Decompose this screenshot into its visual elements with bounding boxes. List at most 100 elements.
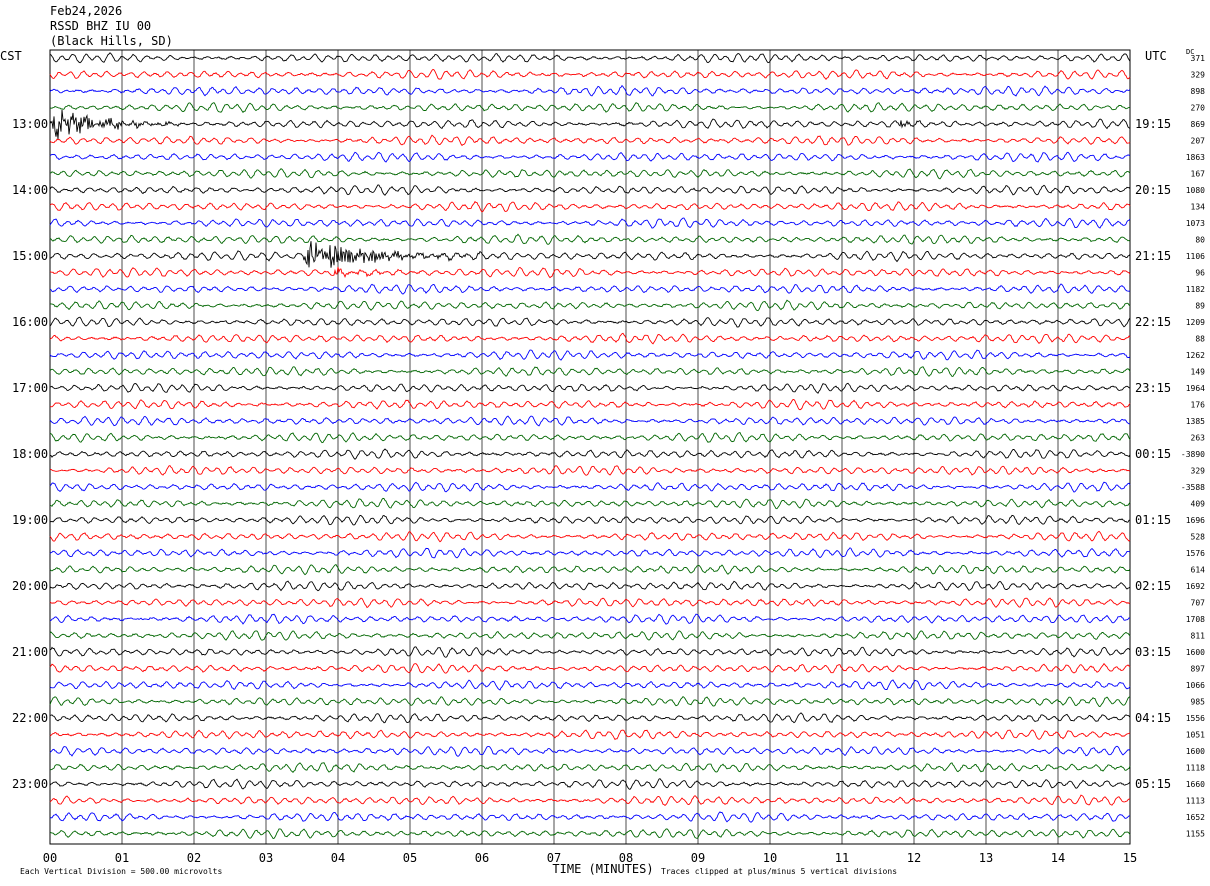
x-tick-label: 06 xyxy=(475,851,489,865)
trace-lines xyxy=(49,52,1131,839)
x-tick-label: 12 xyxy=(907,851,921,865)
dc-offset-label: 707 xyxy=(1191,599,1206,608)
x-tick-label: 01 xyxy=(115,851,129,865)
trace-line xyxy=(50,497,1131,510)
dc-offset-label: 1106 xyxy=(1186,252,1205,261)
trace-line xyxy=(49,399,1131,411)
dc-offset-labels: 3713298982708692071863167108013410738011… xyxy=(1181,54,1205,839)
trace-line xyxy=(49,241,1131,268)
trace-line xyxy=(49,217,1131,229)
date-label: Feb24,2026 xyxy=(50,4,123,18)
dc-offset-label: 1600 xyxy=(1186,648,1205,657)
dc-header-label: DC xyxy=(1186,48,1195,56)
dc-offset-label: 1652 xyxy=(1186,813,1205,822)
dc-offset-label: 1708 xyxy=(1186,615,1205,624)
trace-line xyxy=(49,84,1131,97)
dc-offset-label: 89 xyxy=(1195,302,1205,311)
trace-line xyxy=(49,613,1131,625)
dc-offset-label: 1964 xyxy=(1186,384,1205,393)
trace-line xyxy=(49,597,1131,609)
dc-offset-label: 614 xyxy=(1191,566,1206,575)
dc-offset-label: 1118 xyxy=(1186,764,1205,773)
trace-line xyxy=(49,630,1131,641)
dc-offset-label: 80 xyxy=(1195,236,1205,245)
dc-offset-label: 270 xyxy=(1191,104,1206,113)
dc-offset-label: 1051 xyxy=(1186,731,1205,740)
plot-frame xyxy=(49,49,1131,845)
trace-line xyxy=(49,514,1131,526)
trace-line xyxy=(49,283,1131,295)
left-time-label: 14:00 xyxy=(12,183,48,197)
trace-line xyxy=(49,778,1131,790)
trace-line xyxy=(49,431,1131,444)
dc-offset-label: 985 xyxy=(1191,698,1206,707)
trace-line xyxy=(49,794,1131,807)
right-time-label: 03:15 xyxy=(1135,645,1171,659)
trace-line xyxy=(49,828,1131,839)
trace-line xyxy=(49,448,1131,460)
dc-offset-label: -3588 xyxy=(1181,483,1205,492)
trace-line xyxy=(50,382,1131,394)
dc-offset-label: 263 xyxy=(1191,434,1206,443)
left-time-label: 18:00 xyxy=(12,447,48,461)
dc-offset-label: 1182 xyxy=(1186,285,1205,294)
dc-offset-label: 134 xyxy=(1191,203,1206,212)
left-time-label: 15:00 xyxy=(12,249,48,263)
trace-line xyxy=(49,712,1131,724)
dc-offset-label: 1385 xyxy=(1186,417,1205,426)
right-time-label: 21:15 xyxy=(1135,249,1171,263)
dc-offset-label: 409 xyxy=(1191,500,1206,509)
trace-line xyxy=(49,580,1131,592)
trace-line xyxy=(49,481,1131,493)
left-zone-label: CST xyxy=(0,49,22,63)
left-time-label: 13:00 xyxy=(12,117,48,131)
dc-offset-label: 898 xyxy=(1191,87,1206,96)
x-tick-label: 03 xyxy=(259,851,273,865)
right-time-label: 02:15 xyxy=(1135,579,1171,593)
trace-line xyxy=(49,762,1131,773)
dc-offset-label: 1209 xyxy=(1186,318,1205,327)
x-axis-label: TIME (MINUTES) xyxy=(552,862,653,876)
x-tick-label: 14 xyxy=(1051,851,1065,865)
x-tick-label: 11 xyxy=(835,851,849,865)
dc-offset-label: 869 xyxy=(1191,120,1206,129)
trace-line xyxy=(49,68,1131,81)
x-tick-label: 02 xyxy=(187,851,201,865)
dc-offset-label: 1600 xyxy=(1186,747,1205,756)
trace-line xyxy=(49,266,1131,279)
clip-note: Traces clipped at plus/minus 5 vertical … xyxy=(661,867,898,876)
dc-offset-label: 1262 xyxy=(1186,351,1205,360)
trace-line xyxy=(49,184,1131,196)
dc-offset-label: -3890 xyxy=(1181,450,1205,459)
trace-line xyxy=(49,102,1131,114)
dc-offset-label: 176 xyxy=(1191,401,1206,410)
dc-offset-label: 1692 xyxy=(1186,582,1205,591)
dc-offset-label: 329 xyxy=(1191,467,1206,476)
right-time-label: 19:15 xyxy=(1135,117,1171,131)
trace-line xyxy=(49,662,1131,674)
right-time-label: 05:15 xyxy=(1135,777,1171,791)
dc-offset-label: 897 xyxy=(1191,665,1206,674)
trace-line xyxy=(49,547,1131,559)
dc-offset-label: 167 xyxy=(1191,170,1206,179)
x-tick-label: 15 xyxy=(1123,851,1137,865)
trace-line xyxy=(49,52,1131,64)
trace-line xyxy=(49,811,1131,823)
dc-offset-label: 1696 xyxy=(1186,516,1205,525)
trace-line xyxy=(49,332,1131,345)
minute-grid xyxy=(121,50,1059,844)
trace-line xyxy=(49,233,1131,245)
dc-offset-label: 88 xyxy=(1195,335,1205,344)
left-time-label: 17:00 xyxy=(12,381,48,395)
trace-line xyxy=(49,134,1131,147)
trace-line xyxy=(49,168,1131,180)
x-tick-label: 00 xyxy=(43,851,57,865)
dc-offset-label: 528 xyxy=(1191,533,1206,542)
dc-offset-label: 329 xyxy=(1191,71,1206,80)
trace-line xyxy=(49,299,1131,312)
trace-line xyxy=(49,745,1131,757)
helicorder-chart: 00 01 02 03 04 05 06 07 08 09 10 11 12 13 14 15 13:0014… xyxy=(12,49,1205,876)
station-label: RSSD BHZ IU 00 xyxy=(50,19,152,33)
trace-line xyxy=(49,415,1130,427)
dc-offset-label: 1155 xyxy=(1186,830,1205,839)
